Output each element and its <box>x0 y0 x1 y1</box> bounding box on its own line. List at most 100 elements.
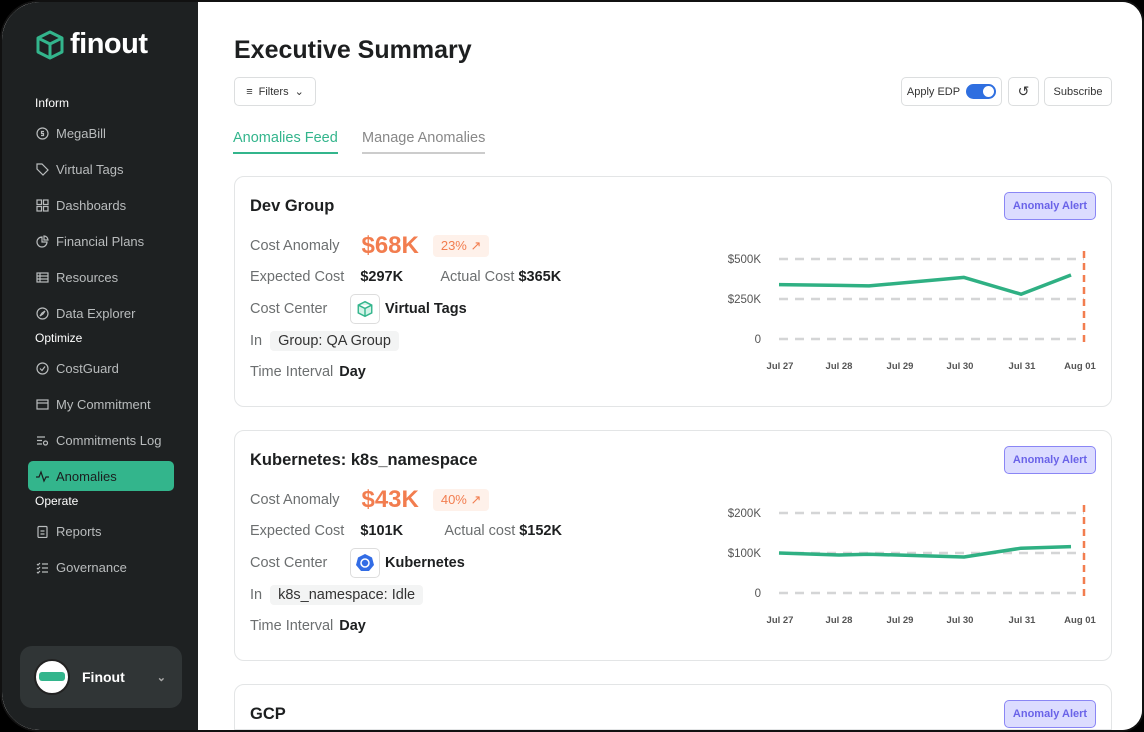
x-tick-label: Jul 29 <box>887 361 914 372</box>
x-tick-label: Jul 30 <box>947 615 974 626</box>
sidebar-item-anomalies[interactable]: Anomalies <box>28 461 174 491</box>
brand-name: finout <box>70 28 148 61</box>
x-tick-label: Jul 28 <box>826 615 853 626</box>
y-tick-label: $200K <box>728 508 762 520</box>
avatar <box>34 659 70 695</box>
sidebar-item-label: Resources <box>56 270 118 285</box>
dollar-circle-icon <box>36 127 49 140</box>
anomaly-alert-badge[interactable]: Anomaly Alert <box>1004 700 1096 728</box>
sidebar-item-label: Data Explorer <box>56 306 135 321</box>
sidebar-item-resources[interactable]: Resources <box>28 262 174 292</box>
sidebar-item-governance[interactable]: Governance <box>28 552 174 582</box>
sidebar-item-my-commitment[interactable]: My Commitment <box>28 389 174 419</box>
sidebar-item-commitments-log[interactable]: Commitments Log <box>28 425 174 455</box>
y-tick-label: 0 <box>755 588 761 600</box>
cost-center-icon <box>350 294 380 324</box>
refresh-button[interactable]: ↺ <box>1008 77 1039 106</box>
anomaly-alert-badge[interactable]: Anomaly Alert <box>1004 192 1096 220</box>
cost-anomaly-value: $43K <box>361 486 418 514</box>
x-tick-label: Jul 27 <box>767 361 794 372</box>
sidebar-item-label: CostGuard <box>56 361 119 376</box>
sidebar-item-financial-plans[interactable]: Financial Plans <box>28 226 174 256</box>
anomaly-alert-badge[interactable]: Anomaly Alert <box>1004 446 1096 474</box>
anomaly-card[interactable]: Kubernetes: k8s_namespace Anomaly Alert C… <box>234 430 1112 661</box>
finout-logo[interactable]: finout <box>34 28 148 61</box>
apply-edp-label: Apply EDP <box>907 86 960 98</box>
time-interval-label: Time Interval <box>250 364 333 380</box>
sidebar-item-megabill[interactable]: MegaBill <box>28 118 174 148</box>
subscribe-button[interactable]: Subscribe <box>1044 77 1112 106</box>
x-tick-label: Jul 27 <box>767 615 794 626</box>
refresh-icon: ↺ <box>1018 83 1030 100</box>
time-interval-label: Time Interval <box>250 618 333 634</box>
sidebar-item-reports[interactable]: Reports <box>28 516 174 546</box>
expected-cost-value: $101K <box>360 523 444 539</box>
subscribe-label: Subscribe <box>1054 86 1103 98</box>
in-label: In <box>250 333 262 349</box>
sidebar-item-costguard[interactable]: CostGuard <box>28 353 174 383</box>
scope-chip: Group: QA Group <box>270 331 399 351</box>
grid-icon <box>36 199 49 212</box>
shield-check-icon <box>36 362 49 375</box>
clipboard-icon <box>36 525 49 538</box>
cost-center-value: Kubernetes <box>385 555 465 571</box>
account-switcher[interactable]: Finout ⌄ <box>20 646 182 708</box>
sidebar-item-label: Financial Plans <box>56 234 144 249</box>
actual-cost-label: Actual Cost <box>440 269 514 285</box>
account-name: Finout <box>82 669 145 685</box>
pie-icon <box>36 235 49 248</box>
change-badge: 23% ↗ <box>433 235 490 257</box>
cost-row: Expected Cost$297KActual Cost$365K <box>250 269 561 285</box>
anomaly-card[interactable]: GCP Anomaly Alert <box>234 684 1112 730</box>
scope-row: In Group: QA Group <box>250 331 399 351</box>
filters-label: Filters <box>259 86 289 98</box>
chevron-down-icon: ⌄ <box>295 85 304 98</box>
x-tick-label: Aug 01 <box>1064 615 1096 626</box>
card-title: Dev Group <box>250 197 334 216</box>
arrow-up-right-icon: ↗ <box>471 238 482 253</box>
anomaly-card[interactable]: Dev Group Anomaly Alert Cost Anomaly$68K2… <box>234 176 1112 407</box>
cost-anomaly-row: Cost Anomaly$43K40% ↗ <box>250 486 489 514</box>
actual-cost-label: Actual cost <box>444 523 515 539</box>
anomaly-line-chart: 0$100K$200KJul 27Jul 28Jul 29Jul 30Jul 3… <box>703 491 1103 631</box>
virtual-tags-cube-icon <box>356 300 374 318</box>
x-tick-label: Jul 31 <box>1009 361 1037 372</box>
y-tick-label: $500K <box>728 254 762 266</box>
series-line <box>779 275 1071 294</box>
filter-icon: ≡ <box>246 86 252 98</box>
x-tick-label: Jul 30 <box>947 361 974 372</box>
sidebar-item-data-explorer[interactable]: Data Explorer <box>28 298 174 328</box>
anomaly-line-chart: 0$250K$500KJul 27Jul 28Jul 29Jul 30Jul 3… <box>703 237 1103 377</box>
x-tick-label: Jul 28 <box>826 361 853 372</box>
card-title: Kubernetes: k8s_namespace <box>250 451 477 470</box>
tab-manage-anomalies[interactable]: Manage Anomalies <box>362 130 485 154</box>
sidebar-item-label: Commitments Log <box>56 433 161 448</box>
filters-button[interactable]: ≡ Filters ⌄ <box>234 77 316 106</box>
expected-cost-value: $297K <box>360 269 440 285</box>
apply-edp-toggle[interactable] <box>966 84 996 99</box>
scope-row: In k8s_namespace: Idle <box>250 585 423 605</box>
cost-center-label: Cost Center <box>250 301 350 317</box>
sidebar-item-label: MegaBill <box>56 126 106 141</box>
cost-center-icon <box>350 548 380 578</box>
interval-row: Time IntervalDay <box>250 364 366 380</box>
scope-chip: k8s_namespace: Idle <box>270 585 423 605</box>
x-tick-label: Aug 01 <box>1064 361 1096 372</box>
y-tick-label: $250K <box>728 294 762 306</box>
sidebar-item-virtual-tags[interactable]: Virtual Tags <box>28 154 174 184</box>
cost-anomaly-row: Cost Anomaly$68K23% ↗ <box>250 232 489 260</box>
in-label: In <box>250 587 262 603</box>
change-percent: 23% <box>441 238 467 253</box>
arrow-up-right-icon: ↗ <box>471 492 482 507</box>
list-search-icon <box>36 434 49 447</box>
cost-anomaly-label: Cost Anomaly <box>250 492 339 508</box>
card-title: GCP <box>250 705 286 724</box>
tab-anomalies-feed[interactable]: Anomalies Feed <box>233 130 338 154</box>
main-content: Executive Summary ≡Filters⌄ Apply EDP ↺ … <box>198 2 1142 730</box>
cost-row: Expected Cost$101KActual cost$152K <box>250 523 562 539</box>
interval-row: Time IntervalDay <box>250 618 366 634</box>
sidebar-item-dashboards[interactable]: Dashboards <box>28 190 174 220</box>
kubernetes-icon <box>355 553 375 573</box>
x-tick-label: Jul 31 <box>1009 615 1037 626</box>
sidebar-item-label: Anomalies <box>56 469 117 484</box>
